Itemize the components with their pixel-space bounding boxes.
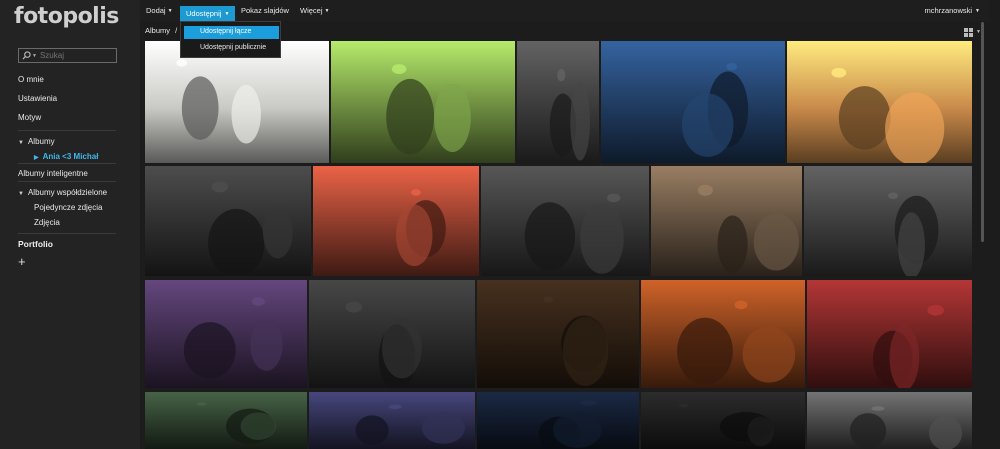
photo-guests-bw[interactable]	[481, 166, 649, 276]
photo-couple-outdoor-party[interactable]	[331, 41, 515, 163]
sidebar-item-albums[interactable]: ▼ Albumy	[18, 137, 55, 146]
sidebar-divider	[18, 163, 116, 164]
user-menu-button[interactable]: mchrzanowski ▼	[925, 6, 980, 15]
chevron-down-icon: ▼	[224, 11, 230, 17]
photo-night-venue[interactable]	[145, 392, 307, 449]
add-menu-label: Dodaj	[146, 6, 166, 15]
sidebar-item-theme[interactable]: Motyw	[18, 113, 41, 122]
sidebar-divider	[18, 130, 116, 131]
breadcrumb-separator: /	[175, 26, 178, 35]
share-dropdown-menu: Udostępnij łącze Udostępnij publicznie	[180, 21, 281, 58]
more-menu-button[interactable]: Więcej ▼	[300, 6, 329, 15]
sidebar-item-about[interactable]: O mnie	[18, 75, 44, 84]
breadcrumb-albums-link[interactable]: Albumy	[145, 26, 170, 35]
fotopolis-logo[interactable]: fotopolis	[14, 4, 119, 29]
photo-sign-bread[interactable]	[641, 280, 805, 388]
sidebar-item-shared-albums[interactable]: ▼ Albumy współdzielone	[18, 188, 107, 197]
search-scope-caret-icon[interactable]: ▼	[32, 53, 37, 59]
chevron-down-icon: ▼	[324, 8, 330, 14]
sidebar-item-settings[interactable]: Ustawienia	[18, 94, 57, 103]
user-name: mchrzanowski	[924, 6, 973, 15]
photo-bride-dancing-bw[interactable]	[309, 280, 475, 388]
breadcrumb: Albumy /	[145, 26, 177, 35]
photo-bar-singer[interactable]	[807, 280, 972, 388]
sidebar-divider	[18, 181, 116, 182]
photo-dancing-under-trees[interactable]	[517, 41, 599, 163]
search-box[interactable]: ▼	[18, 48, 117, 63]
slideshow-button[interactable]: Pokaz slajdów	[241, 6, 289, 15]
photo-score-cards-guests[interactable]	[313, 166, 479, 276]
sidebar-item-single-photos[interactable]: Pojedyncze zdjęcia	[34, 203, 102, 212]
photo-hall-bw[interactable]	[807, 392, 972, 449]
photo-party-stage[interactable]	[309, 392, 475, 449]
photo-string-lights[interactable]	[477, 392, 639, 449]
sidebar-item-label: Albumy	[27, 137, 55, 146]
expand-arrow-icon[interactable]: ▼	[18, 191, 24, 197]
grid-view-icon	[963, 27, 973, 37]
share-menu-button[interactable]: Udostępnij ▼	[180, 6, 235, 21]
search-icon	[22, 51, 31, 60]
photo-cake-table[interactable]	[145, 280, 307, 388]
more-menu-label: Więcej	[300, 6, 323, 15]
photo-grill-pan[interactable]	[477, 280, 639, 388]
photo-first-dance-bw[interactable]	[145, 166, 311, 276]
photo-dance-floor-color[interactable]	[651, 166, 802, 276]
sidebar: fotopolis ▼ O mnie Ustawienia Motyw ▼Alb…	[0, 0, 140, 449]
photo-bride-groom-sunset[interactable]	[787, 41, 972, 163]
add-menu-button[interactable]: Dodaj ▼	[146, 6, 173, 15]
photo-party-room-bw[interactable]	[804, 166, 972, 276]
sidebar-item-photos[interactable]: Zdjęcia	[34, 218, 60, 227]
menu-item-share-link[interactable]: Udostępnij łącze	[184, 26, 279, 39]
photo-lake-evening-party[interactable]	[601, 41, 785, 163]
collapsed-arrow-icon[interactable]: ▶	[34, 154, 39, 161]
photo-terrace-night-bw[interactable]	[641, 392, 805, 449]
sidebar-item-smart-albums[interactable]: Albumy inteligentne	[18, 169, 88, 178]
sidebar-item-album-ania-michal[interactable]: ▶ Ania <3 Michał	[34, 152, 98, 161]
expand-arrow-icon[interactable]: ▼	[18, 140, 24, 146]
share-menu-label: Udostępnij	[186, 9, 222, 18]
photo-kitchen-still-life[interactable]	[145, 41, 329, 163]
search-input[interactable]	[39, 51, 110, 60]
sidebar-item-label: Ania <3 Michał	[42, 152, 99, 161]
menu-item-share-public[interactable]: Udostępnij publicznie	[184, 42, 279, 55]
view-mode-toggle[interactable]: ▼	[963, 27, 981, 37]
sidebar-portfolio-heading[interactable]: Portfolio	[18, 239, 53, 249]
sidebar-item-label: Albumy współdzielone	[27, 188, 108, 197]
top-toolbar: Dodaj ▼ Udostępnij ▼ Pokaz slajdów Więcej ▼…	[140, 0, 990, 21]
add-icon[interactable]: +	[18, 255, 26, 268]
chevron-down-icon: ▼	[975, 8, 980, 14]
chevron-down-icon: ▼	[167, 8, 173, 14]
sidebar-divider	[18, 233, 116, 234]
scrollbar-thumb[interactable]	[981, 22, 984, 242]
